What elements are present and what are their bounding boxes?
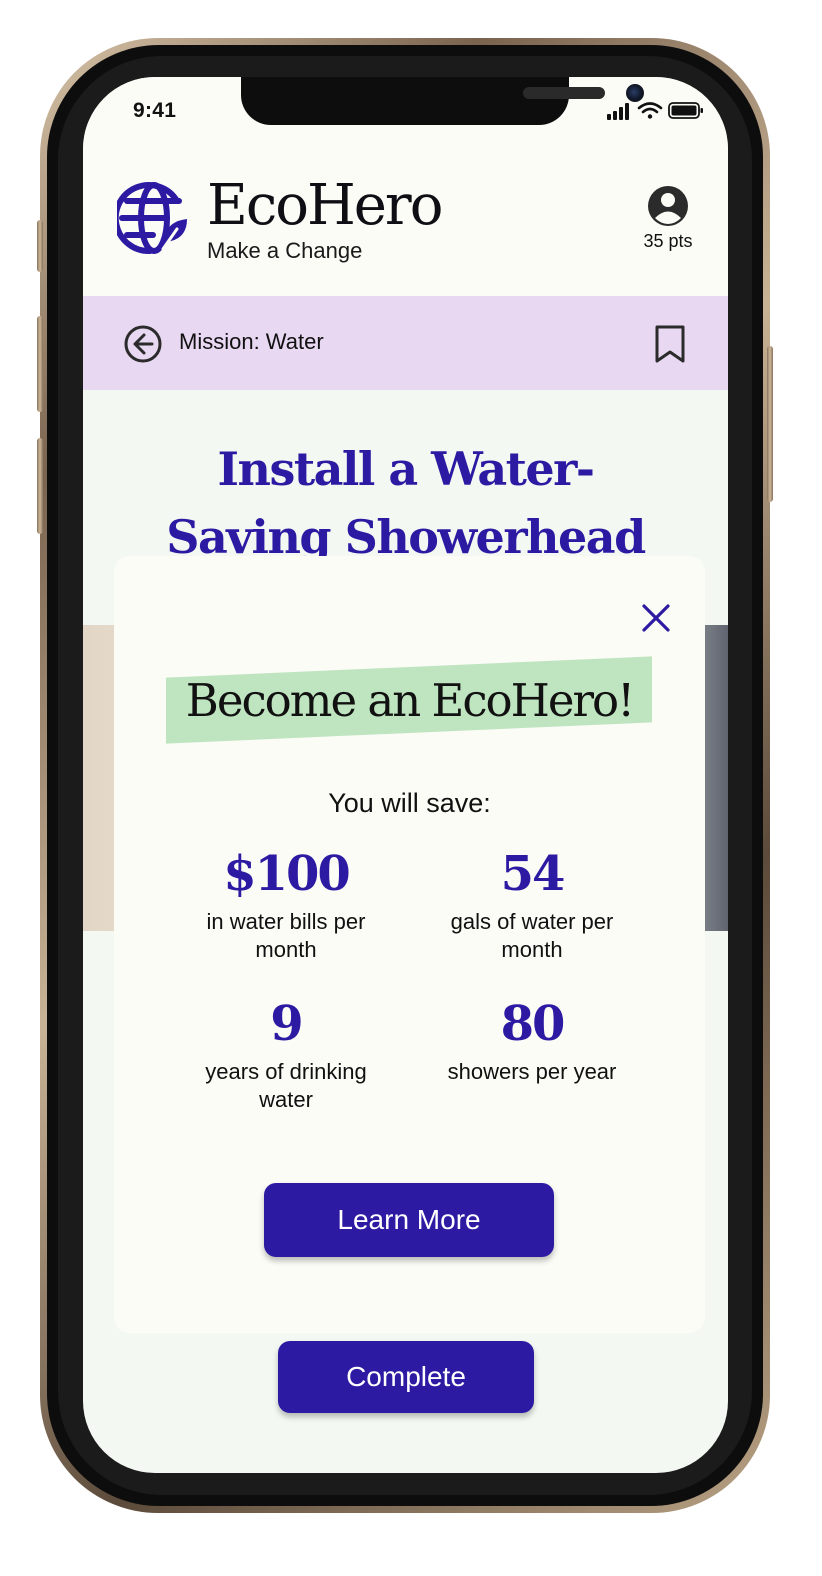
stat-value: 54 [500,846,566,902]
modal-heading: Become an EcoHero! [185,674,635,727]
silent-switch [37,220,43,272]
stat-description: gals of water per month [450,909,614,962]
brand-name: EcoHero [207,173,443,238]
app-header: 9:41 EcoHero Make a Change 35 pts [83,77,728,296]
stat-description: years of drinking water [205,1059,367,1112]
stat-money-saved: $100 in water bills per month [176,846,396,964]
learn-more-button[interactable]: Learn More [264,1183,554,1257]
volume-up-button [37,316,43,412]
signal-icon [607,103,629,120]
volume-down-button [37,438,43,534]
back-arrow-circle-icon[interactable] [123,324,163,364]
mission-bar: Mission: Water [83,296,728,390]
stat-description: in water bills per month [206,909,366,962]
status-icons [607,102,703,120]
notch [241,77,644,125]
user-circle-icon [648,186,688,226]
brand-tagline: Make a Change [207,238,363,263]
stat-years-drinking-water: 9 years of drinking water [176,996,396,1114]
points-label: 35 pts [643,231,693,251]
savings-modal: Become an EcoHero! You will save: $100 i… [114,556,705,1333]
bookmark-icon[interactable] [653,324,687,364]
wifi-icon [637,102,663,119]
power-button [767,346,773,502]
globe-leaf-icon [117,182,187,255]
status-time: 9:41 [133,99,177,122]
stat-gallons-saved: 54 gals of water per month [422,846,642,964]
close-icon[interactable] [638,600,674,636]
stat-value: 9 [270,996,303,1052]
savings-subheading: You will save: [328,788,491,818]
phone-screen: 9:41 EcoHero Make a Change 35 pts Missio… [83,77,728,1473]
stat-showers-per-year: 80 showers per year [422,996,642,1086]
profile-button[interactable]: 35 pts [623,185,713,252]
battery-icon [668,102,703,119]
earpiece-speaker [523,87,605,99]
page-title: Install a Water-Saving Showerhead [166,442,646,564]
mission-label: Mission: Water [179,329,324,354]
stat-value: $100 [223,846,351,902]
stat-value: 80 [500,996,566,1052]
stat-description: showers per year [447,1059,617,1084]
complete-button[interactable]: Complete [278,1341,534,1413]
